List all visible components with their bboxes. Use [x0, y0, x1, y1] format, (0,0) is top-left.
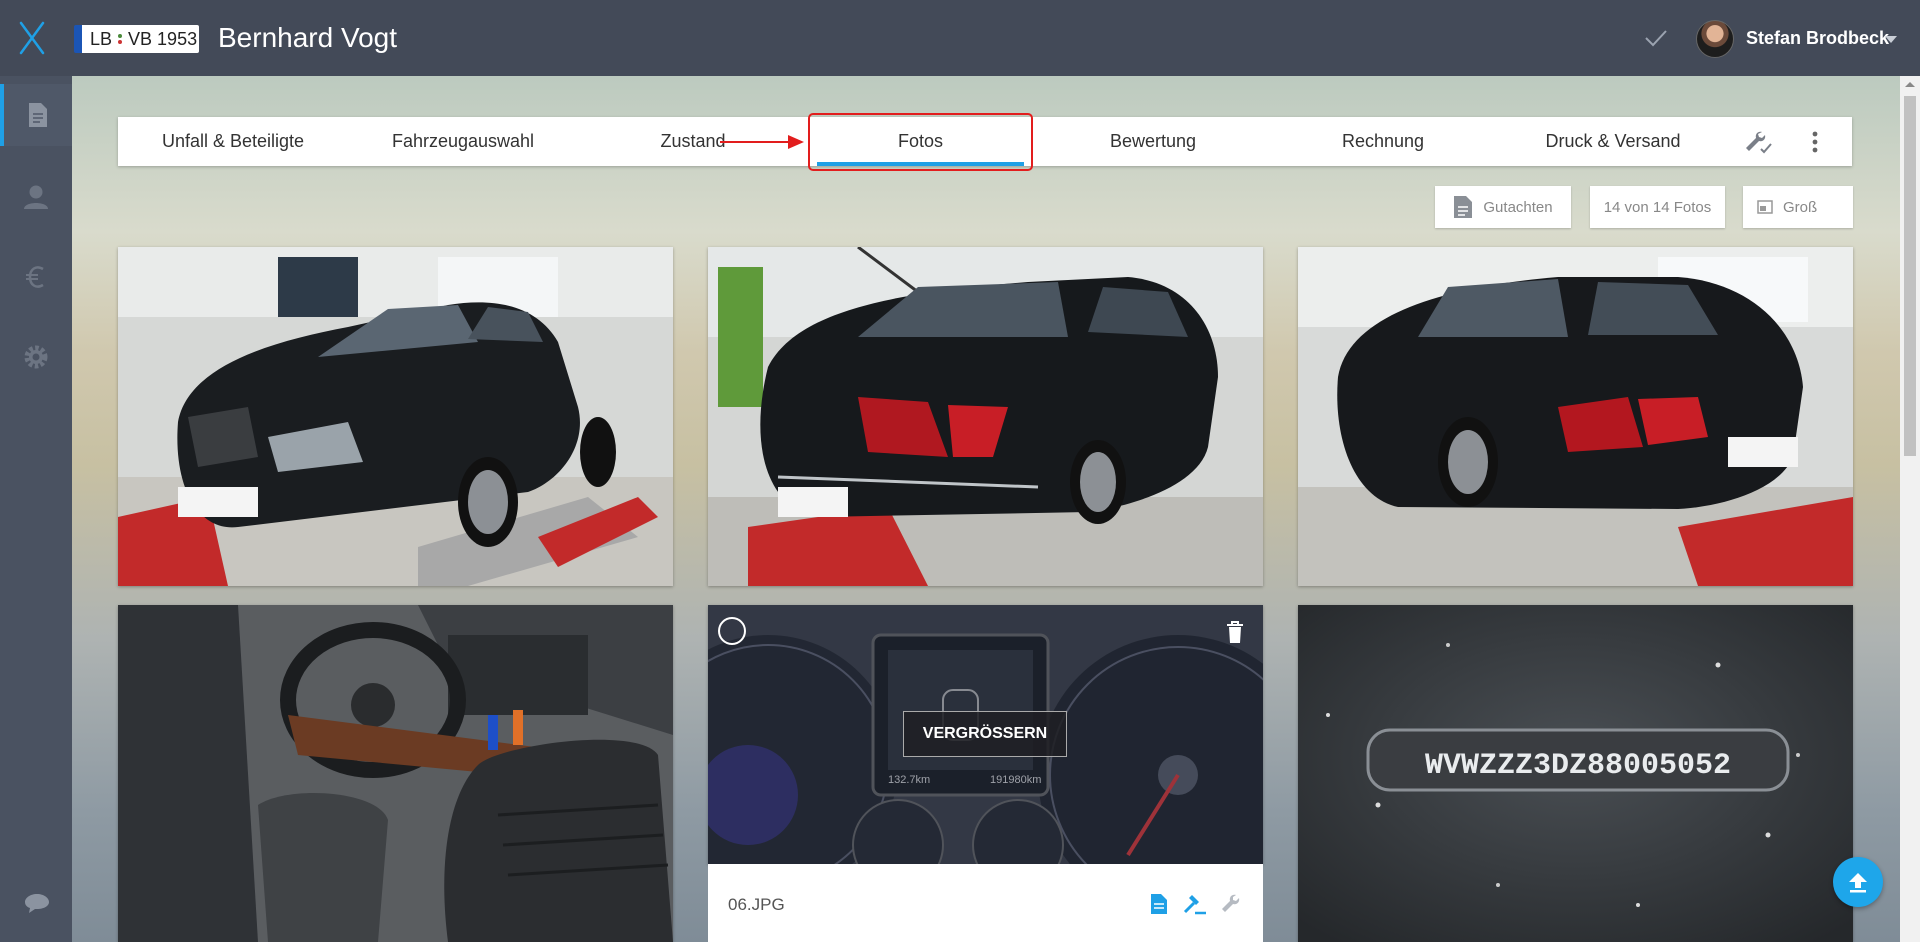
hammer-icon[interactable] — [1183, 893, 1207, 915]
trash-icon[interactable] — [1225, 620, 1245, 644]
report-button[interactable]: Gutachten — [1435, 186, 1571, 228]
enlarge-button[interactable]: VERGRÖSSERN — [903, 711, 1067, 757]
image-size-icon — [1757, 200, 1773, 214]
car-photo-image — [1298, 247, 1853, 586]
sidebar-item-report[interactable] — [0, 84, 72, 146]
tab-rechnung[interactable]: Rechnung — [1268, 117, 1498, 166]
plate-seal-icon — [118, 34, 123, 44]
chat-icon[interactable] — [24, 892, 50, 914]
wrench-check-icon[interactable] — [1744, 129, 1774, 155]
user-name[interactable]: Stefan Brodbeck — [1746, 28, 1889, 49]
annotation-highlight-box — [808, 113, 1033, 171]
person-icon — [24, 185, 48, 209]
vin-text: WVWZZZ3DZ88005052 — [1425, 749, 1731, 783]
car-photo-image — [708, 247, 1263, 586]
annotation-arrow — [720, 141, 790, 143]
license-plate: LB VB 1953 — [74, 25, 199, 53]
photo-tile-4[interactable] — [118, 605, 673, 942]
upload-icon — [1849, 873, 1867, 893]
photo-filename: 06.JPG — [728, 895, 785, 914]
tab-fahrzeugauswahl[interactable]: Fahrzeugauswahl — [348, 117, 578, 166]
document-icon — [29, 103, 47, 127]
app-logo-icon[interactable] — [18, 20, 46, 56]
plate-number: VB 1953 — [128, 28, 198, 49]
car-photo-image — [118, 247, 673, 586]
sidebar-item-settings[interactable] — [0, 326, 72, 388]
photo-caption: 06.JPG — [708, 864, 1263, 942]
upload-button[interactable] — [1833, 857, 1883, 907]
euro-icon — [26, 266, 44, 288]
photo-tile-3[interactable] — [1298, 247, 1853, 586]
top-bar: LB VB 1953 Bernhard Vogt Stefan Brodbeck — [0, 0, 1920, 76]
select-photo-checkbox[interactable] — [718, 617, 746, 645]
tab-druck-versand[interactable]: Druck & Versand — [1498, 117, 1728, 166]
annotation-arrow-head — [788, 135, 804, 149]
photo-count-button[interactable]: 14 von 14 Fotos — [1590, 186, 1725, 228]
scroll-up-arrow-icon[interactable] — [1905, 82, 1915, 87]
wrench-icon[interactable] — [1220, 893, 1242, 915]
tab-bewertung[interactable]: Bewertung — [1038, 117, 1268, 166]
report-button-label: Gutachten — [1483, 198, 1553, 216]
scrollbar-thumb[interactable] — [1904, 96, 1916, 456]
tab-unfall-beteiligte[interactable]: Unfall & Beteiligte — [118, 117, 348, 166]
check-icon[interactable] — [1644, 28, 1668, 48]
chevron-down-icon[interactable] — [1885, 36, 1897, 43]
sidebar-item-billing[interactable] — [0, 246, 72, 308]
sidebar-item-contacts[interactable] — [0, 166, 72, 228]
photo-tile-2[interactable] — [708, 247, 1263, 586]
plate-city: LB — [90, 28, 113, 49]
owner-name: Bernhard Vogt — [218, 22, 398, 53]
size-toggle-label: Groß — [1783, 198, 1818, 216]
car-interior-image — [118, 605, 673, 942]
photo-count-label: 14 von 14 Fotos — [1603, 198, 1712, 216]
avatar[interactable] — [1696, 20, 1734, 58]
gear-icon — [24, 345, 48, 369]
size-toggle-button[interactable]: Groß — [1743, 186, 1853, 228]
sidebar — [0, 76, 72, 942]
photo-tile-6[interactable]: WVWZZZ3DZ88005052 — [1298, 605, 1853, 942]
photo-tile-1[interactable] — [118, 247, 673, 586]
document-icon — [1454, 196, 1473, 218]
more-vertical-icon[interactable] — [1810, 129, 1820, 155]
vin-photo-image: WVWZZZ3DZ88005052 — [1298, 605, 1853, 942]
include-in-report-icon[interactable] — [1150, 893, 1168, 915]
